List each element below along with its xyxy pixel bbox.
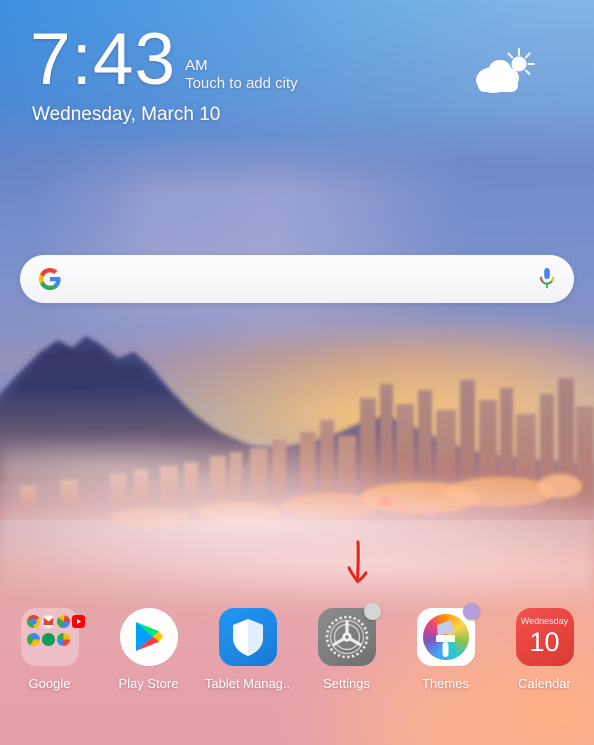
play-store-icon[interactable]	[119, 608, 178, 666]
calendar-date-number: 10	[529, 627, 560, 657]
dock-item-tablet-manager[interactable]: Tablet Manag..	[198, 608, 297, 708]
themes-brush-icon[interactable]	[416, 603, 480, 666]
gmail-icon	[41, 615, 55, 628]
folder-preview	[20, 608, 85, 666]
duo-icon	[41, 633, 55, 646]
google-search-bar[interactable]	[20, 255, 574, 303]
dock-label-calendar: Calendar	[518, 676, 571, 691]
google-folder-icon[interactable]	[20, 608, 85, 666]
calendar-weekday: Wednesday	[520, 616, 569, 626]
settings-gear-icon[interactable]	[317, 603, 381, 666]
shield-icon	[232, 619, 263, 656]
tablet-manager-icon[interactable]	[218, 608, 277, 666]
dock-label-settings: Settings	[323, 676, 370, 691]
maps-icon	[56, 615, 70, 628]
settings-badge-dot	[363, 603, 381, 620]
home-screen: 7:43 AM Touch to add city Wednesday, Mar…	[0, 0, 594, 745]
microphone-icon[interactable]	[536, 266, 558, 292]
dock-label-tablet-manager: Tablet Manag..	[204, 676, 291, 691]
dock-item-themes[interactable]: Themes	[396, 603, 495, 708]
dock-label-google: Google	[28, 676, 71, 691]
calendar-icon[interactable]: Wednesday 10	[515, 608, 574, 666]
clock-row: 7:43 AM Touch to add city	[30, 22, 298, 98]
search-input[interactable]	[62, 255, 536, 303]
dock: Google Play Store Tablet Manag.. Setting…	[0, 603, 594, 708]
google-g-icon[interactable]	[38, 267, 62, 291]
clock-time: 7:43	[30, 19, 177, 100]
clock-date: Wednesday, March 10	[32, 104, 221, 125]
dock-label-themes: Themes	[422, 676, 469, 691]
play-store-circle	[119, 608, 178, 666]
dock-item-settings[interactable]: Settings	[297, 603, 396, 708]
photos-icon	[56, 633, 70, 646]
themes-badge-dot	[462, 603, 480, 620]
tablet-manager-square	[218, 608, 277, 666]
dock-label-play-store: Play Store	[118, 676, 179, 691]
add-city-hint[interactable]: Touch to add city	[185, 74, 298, 93]
dock-item-google[interactable]: Google	[0, 608, 99, 708]
annotation-arrow-down-icon	[347, 540, 368, 583]
chrome-icon	[26, 615, 40, 628]
partly-cloudy-icon[interactable]	[472, 46, 536, 98]
clock-widget[interactable]: 7:43 AM Touch to add city Wednesday, Mar…	[30, 22, 298, 126]
clock-meta: AM Touch to add city	[185, 22, 298, 93]
youtube-icon	[71, 615, 85, 628]
calendar-square: Wednesday 10	[515, 608, 574, 666]
dock-item-calendar[interactable]: Wednesday 10 Calendar	[495, 608, 594, 708]
clock-ampm: AM	[185, 57, 208, 74]
drive-icon	[26, 633, 40, 646]
dock-item-play-store[interactable]: Play Store	[99, 608, 198, 708]
play-triangle-icon	[135, 622, 163, 651]
